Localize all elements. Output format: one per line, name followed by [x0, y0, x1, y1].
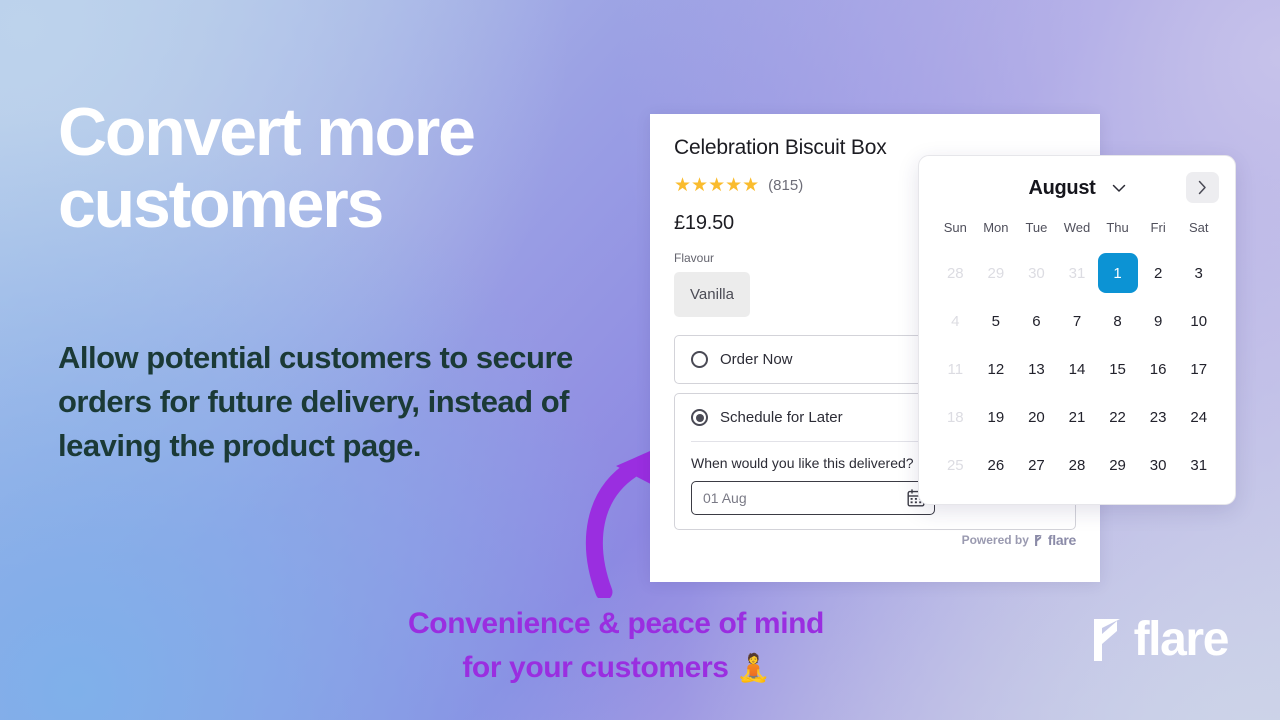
next-month-button[interactable] — [1186, 172, 1219, 203]
weekday-header: Mon — [983, 220, 1009, 235]
flare-logo: flare — [1090, 613, 1230, 666]
caption-line-1: Convenience & peace of mind — [408, 607, 824, 640]
weekday-header: Sun — [943, 220, 967, 235]
calendar-day[interactable]: 5 — [976, 297, 1017, 345]
calendar-day[interactable]: 16 — [1138, 345, 1179, 393]
calendar-day[interactable]: 28 — [1057, 441, 1098, 489]
calendar-day[interactable]: 31 — [1178, 441, 1219, 489]
meditation-emoji: 🧘 — [736, 652, 770, 683]
calendar-day[interactable]: 27 — [1016, 441, 1057, 489]
delivery-date-input[interactable]: 01 Aug — [691, 481, 935, 515]
calendar-day-disabled: 11 — [947, 360, 964, 378]
rating-count: (815) — [768, 177, 804, 194]
calendar-day[interactable]: 15 — [1097, 345, 1138, 393]
calendar-day[interactable]: 23 — [1138, 393, 1179, 441]
calendar-day[interactable]: 19 — [976, 393, 1017, 441]
calendar-day[interactable]: 26 — [976, 441, 1017, 489]
calendar-day[interactable]: 2 — [1138, 249, 1179, 297]
weekday-header: Thu — [1106, 220, 1129, 235]
calendar-day[interactable]: 30 — [1138, 441, 1179, 489]
caption-line-2: for your customers — [462, 650, 729, 684]
calendar-day-disabled: 28 — [946, 264, 964, 282]
calendar-day[interactable]: 29 — [1097, 441, 1138, 489]
calendar-day[interactable]: 13 — [1016, 345, 1057, 393]
calendar-day[interactable]: 24 — [1178, 393, 1219, 441]
calendar-day-disabled: 30 — [1028, 264, 1045, 282]
calendar-month-label: August — [1028, 176, 1096, 199]
weekday-header: Wed — [1063, 220, 1091, 235]
calendar-day-disabled: 31 — [1068, 264, 1086, 282]
calendar-header: August — [935, 170, 1219, 206]
flare-mark-icon — [1093, 619, 1120, 661]
calendar-day[interactable]: 9 — [1138, 297, 1179, 345]
calendar-day[interactable]: 14 — [1057, 345, 1098, 393]
calendar-day-selected[interactable]: 1 — [1097, 249, 1138, 297]
weekday-header: Sat — [1188, 220, 1209, 235]
delivery-date-value: 01 Aug — [703, 490, 747, 506]
calendar-day[interactable]: 20 — [1016, 393, 1057, 441]
calendar-grid: Sun Mon Tue Wed Thu Fri Sat 28 29 30 31 1 2 3 4 5 6 7 8 9 10… — [935, 220, 1219, 489]
chevron-right-icon[interactable] — [1198, 180, 1207, 195]
calendar-day[interactable]: 10 — [1178, 297, 1219, 345]
flare-mark-small-icon — [1034, 534, 1042, 546]
calendar-day[interactable]: 6 — [1016, 297, 1057, 345]
calendar-day[interactable]: 22 — [1097, 393, 1138, 441]
calendar-day[interactable]: 21 — [1057, 393, 1098, 441]
calendar-day-disabled: 25 — [946, 456, 964, 474]
powered-by-flare: Powered by flare — [961, 532, 1077, 548]
chevron-down-icon[interactable] — [1112, 184, 1126, 193]
powered-by-text: Powered by — [961, 533, 1029, 547]
powered-brand-name: flare — [1047, 532, 1076, 548]
schedule-later-radio[interactable] — [691, 409, 708, 426]
page-subcopy: Allow potential customers to secure orde… — [58, 340, 573, 464]
calendar-day-disabled: 18 — [946, 408, 964, 426]
page-headline: Convert more customers — [58, 94, 476, 243]
flare-wordmark: flare — [1133, 613, 1230, 666]
calendar-day[interactable]: 8 — [1097, 297, 1138, 345]
weekday-header: Fri — [1150, 220, 1166, 235]
flavour-option-vanilla[interactable]: Vanilla — [674, 272, 750, 317]
calendar-day-disabled: 29 — [987, 264, 1005, 282]
weekday-header: Tue — [1025, 220, 1048, 235]
schedule-later-label: Schedule for Later — [720, 409, 843, 426]
calendar-popover: August Sun Mon Tue Wed Thu Fri Sat 28 29 30 31 1 2 3 4… — [918, 155, 1236, 505]
calendar-day[interactable]: 7 — [1057, 297, 1098, 345]
calendar-day[interactable]: 17 — [1178, 345, 1219, 393]
star-rating-icon: ★★★★★ — [674, 175, 760, 196]
month-selector[interactable]: August — [1028, 177, 1125, 200]
calendar-day-disabled: 4 — [951, 312, 960, 330]
calendar-day[interactable]: 3 — [1178, 249, 1219, 297]
calendar-day[interactable]: 12 — [976, 345, 1017, 393]
order-now-label: Order Now — [720, 351, 793, 368]
caption-text: Convenience & peace of mind for your cus… — [0, 602, 1232, 689]
order-now-radio[interactable] — [691, 351, 708, 368]
